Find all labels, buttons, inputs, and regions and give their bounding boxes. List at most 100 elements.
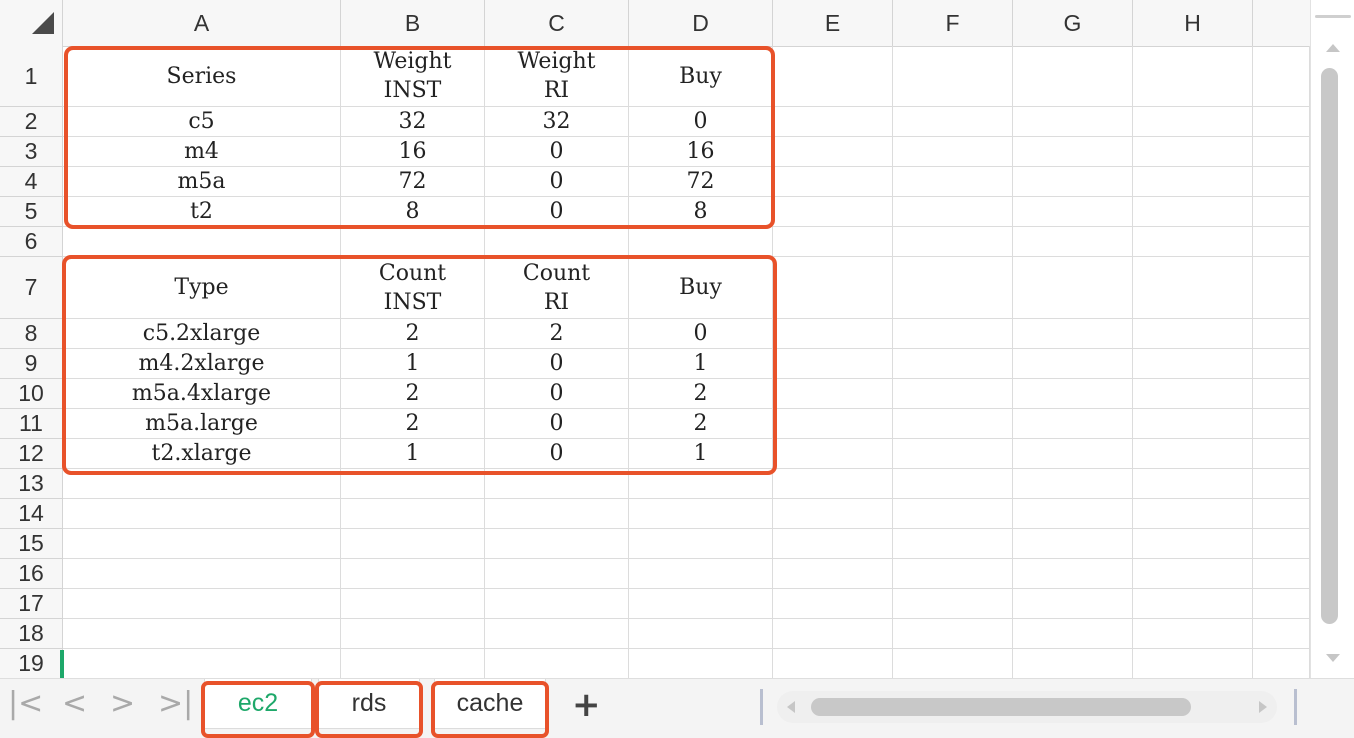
- cell-c3[interactable]: 0: [485, 137, 629, 167]
- spreadsheet-grid[interactable]: ABCDEFGH 1 2 3 4 5 6 7 8 9 10 11 12 13 14 15 16 17 18 19 S…: [0, 0, 1310, 678]
- cell-d16[interactable]: [629, 559, 773, 589]
- cell-a1[interactable]: Series: [63, 46, 341, 107]
- cell-extra4[interactable]: [1253, 167, 1310, 197]
- cell-extra7[interactable]: [1253, 257, 1310, 319]
- cell-b10[interactable]: 2: [341, 379, 485, 409]
- cell-d11[interactable]: 2: [629, 409, 773, 439]
- cell-e12[interactable]: [773, 439, 893, 469]
- cell-f7[interactable]: [893, 257, 1013, 319]
- cell-f17[interactable]: [893, 589, 1013, 619]
- cell-a2[interactable]: c5: [63, 107, 341, 137]
- cell-a10[interactable]: m5a.4xlarge: [63, 379, 341, 409]
- cell-a7[interactable]: Type: [63, 257, 341, 319]
- cell-extra10[interactable]: [1253, 379, 1310, 409]
- cell-g4[interactable]: [1013, 167, 1133, 197]
- cell-b9[interactable]: 1: [341, 349, 485, 379]
- cell-d18[interactable]: [629, 619, 773, 649]
- scroll-left-icon[interactable]: [787, 701, 795, 713]
- column-header-h[interactable]: H: [1133, 0, 1253, 46]
- cell-c14[interactable]: [485, 499, 629, 529]
- cell-b13[interactable]: [341, 469, 485, 499]
- cell-e17[interactable]: [773, 589, 893, 619]
- vertical-scrollbar[interactable]: [1310, 0, 1354, 678]
- cell-h13[interactable]: [1133, 469, 1253, 499]
- cell-d4[interactable]: 72: [629, 167, 773, 197]
- cell-e4[interactable]: [773, 167, 893, 197]
- cell-c17[interactable]: [485, 589, 629, 619]
- cell-d15[interactable]: [629, 529, 773, 559]
- cell-g10[interactable]: [1013, 379, 1133, 409]
- cell-e16[interactable]: [773, 559, 893, 589]
- cell-b7[interactable]: Count INST: [341, 257, 485, 319]
- cell-f13[interactable]: [893, 469, 1013, 499]
- cell-h10[interactable]: [1133, 379, 1253, 409]
- cell-e3[interactable]: [773, 137, 893, 167]
- cell-h2[interactable]: [1133, 107, 1253, 137]
- cell-e6[interactable]: [773, 227, 893, 257]
- cell-f16[interactable]: [893, 559, 1013, 589]
- cell-c13[interactable]: [485, 469, 629, 499]
- cell-a4[interactable]: m5a: [63, 167, 341, 197]
- cell-h3[interactable]: [1133, 137, 1253, 167]
- cell-c8[interactable]: 2: [485, 319, 629, 349]
- cell-h14[interactable]: [1133, 499, 1253, 529]
- cell-h6[interactable]: [1133, 227, 1253, 257]
- cell-e15[interactable]: [773, 529, 893, 559]
- cell-e11[interactable]: [773, 409, 893, 439]
- cell-g18[interactable]: [1013, 619, 1133, 649]
- cell-f4[interactable]: [893, 167, 1013, 197]
- cell-extra2[interactable]: [1253, 107, 1310, 137]
- cell-extra13[interactable]: [1253, 469, 1310, 499]
- cell-f10[interactable]: [893, 379, 1013, 409]
- row-header-5[interactable]: 5: [0, 197, 62, 227]
- cell-d17[interactable]: [629, 589, 773, 619]
- cell-a14[interactable]: [63, 499, 341, 529]
- column-header-d[interactable]: D: [629, 0, 773, 46]
- row-header-3[interactable]: 3: [0, 137, 62, 167]
- horizontal-scroll-thumb[interactable]: [811, 698, 1191, 716]
- cell-f2[interactable]: [893, 107, 1013, 137]
- row-header-11[interactable]: 11: [0, 409, 62, 439]
- cell-g5[interactable]: [1013, 197, 1133, 227]
- cell-c15[interactable]: [485, 529, 629, 559]
- cell-e8[interactable]: [773, 319, 893, 349]
- cell-extra3[interactable]: [1253, 137, 1310, 167]
- cell-b15[interactable]: [341, 529, 485, 559]
- row-header-19[interactable]: 19: [0, 649, 62, 678]
- cell-h5[interactable]: [1133, 197, 1253, 227]
- cell-extra16[interactable]: [1253, 559, 1310, 589]
- row-header-13[interactable]: 13: [0, 469, 62, 499]
- cell-d8[interactable]: 0: [629, 319, 773, 349]
- scroll-down-icon[interactable]: [1326, 654, 1340, 662]
- cell-c9[interactable]: 0: [485, 349, 629, 379]
- cell-a3[interactable]: m4: [63, 137, 341, 167]
- cell-f8[interactable]: [893, 319, 1013, 349]
- sheet-tab-ec2[interactable]: ec2: [201, 679, 315, 738]
- cell-b2[interactable]: 32: [341, 107, 485, 137]
- cell-d3[interactable]: 16: [629, 137, 773, 167]
- cell-f19[interactable]: [893, 649, 1013, 678]
- cell-extra8[interactable]: [1253, 319, 1310, 349]
- cell-h9[interactable]: [1133, 349, 1253, 379]
- cell-c1[interactable]: Weight RI: [485, 46, 629, 107]
- cell-g8[interactable]: [1013, 319, 1133, 349]
- sheet-tab-rds[interactable]: rds: [315, 679, 423, 738]
- cell-h19[interactable]: [1133, 649, 1253, 678]
- cell-a19[interactable]: [63, 649, 341, 678]
- cell-f1[interactable]: [893, 46, 1013, 107]
- cell-g9[interactable]: [1013, 349, 1133, 379]
- row-header-12[interactable]: 12: [0, 439, 62, 469]
- cell-g6[interactable]: [1013, 227, 1133, 257]
- cell-c19[interactable]: [485, 649, 629, 678]
- cell-g3[interactable]: [1013, 137, 1133, 167]
- cell-f5[interactable]: [893, 197, 1013, 227]
- cell-h17[interactable]: [1133, 589, 1253, 619]
- row-header-7[interactable]: 7: [0, 257, 62, 319]
- first-sheet-icon[interactable]: |<: [8, 689, 43, 719]
- sheet-tab-cache[interactable]: cache: [431, 679, 549, 738]
- cell-f9[interactable]: [893, 349, 1013, 379]
- column-header-f[interactable]: F: [893, 0, 1013, 46]
- row-header-17[interactable]: 17: [0, 589, 62, 619]
- cell-b3[interactable]: 16: [341, 137, 485, 167]
- last-sheet-icon[interactable]: >|: [158, 689, 193, 719]
